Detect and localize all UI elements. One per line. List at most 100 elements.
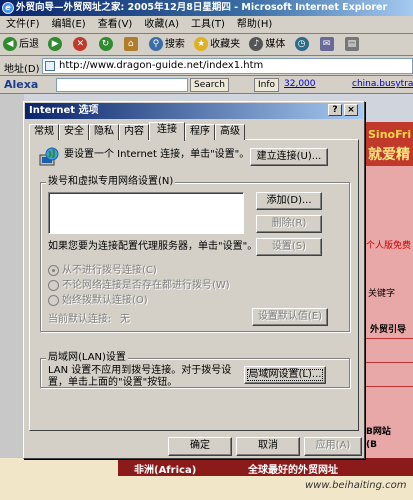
menu-edit[interactable]: 编辑(E)	[46, 16, 92, 34]
home-button[interactable]: ⌂	[121, 35, 143, 55]
help-button[interactable]: ?	[328, 104, 342, 116]
page-side-text: (B	[366, 440, 377, 450]
banner-text-top: SinoFri	[368, 128, 412, 141]
cancel-button[interactable]: 取消	[236, 437, 300, 456]
address-input[interactable]: http://www.dragon-guide.net/index1.htm	[42, 58, 413, 74]
ok-button[interactable]: 确定	[168, 437, 232, 456]
dialog-title: Internet 选项	[29, 105, 99, 116]
menu-favorites[interactable]: 收藏(A)	[138, 16, 185, 34]
page-row-line	[360, 362, 413, 363]
internet-options-dialog: Internet 选项 ? × 常规 安全 隐私 内容 连接 程序 高级 要设置…	[23, 101, 365, 459]
tab-general[interactable]: 常规	[29, 124, 59, 140]
alexa-logo: Alexa	[4, 78, 39, 91]
menu-view[interactable]: 查看(V)	[92, 16, 139, 34]
menu-file[interactable]: 文件(F)	[0, 16, 46, 34]
radio-dial-when-no-network-label: 不论网络连接是否存在都进行拨号(W)	[62, 280, 230, 291]
tab-programs[interactable]: 程序	[185, 124, 215, 140]
back-label: 后退	[19, 39, 39, 50]
radio-always-dial-label: 始终拨默认连接(O)	[62, 295, 148, 306]
page-side-text[interactable]: B网站	[366, 424, 391, 437]
alexa-rank-link[interactable]: 32,000	[284, 79, 316, 89]
dialog-tabs: 常规 安全 隐私 内容 连接 程序 高级	[29, 122, 359, 141]
search-label: 搜索	[164, 39, 185, 50]
page-row-line	[360, 386, 413, 387]
tab-security[interactable]: 安全	[59, 124, 89, 140]
region-africa-label[interactable]: 非洲(Africa)	[134, 461, 196, 476]
alexa-toolbar: Alexa Search Info 32,000 china.busytrade	[0, 76, 413, 94]
current-default-label: 当前默认连接:	[48, 314, 112, 325]
favorites-label: 收藏夹	[210, 39, 241, 50]
tab-advanced[interactable]: 高级	[215, 124, 245, 140]
back-button[interactable]: ◀ 后退	[0, 35, 42, 55]
page-icon	[45, 61, 55, 71]
browser-title-bar: e 外贸向导—外贸网址之家: 2005年12月8日星期四 - Microsoft…	[0, 0, 413, 16]
radio-never-dial	[48, 265, 59, 276]
lan-group-label: 局域网(LAN)设置	[46, 352, 128, 364]
forward-button[interactable]: ▶	[45, 35, 67, 55]
alexa-site-link[interactable]: china.busytrade	[352, 79, 413, 89]
mail-button[interactable]: ✉	[317, 35, 339, 55]
history-button[interactable]: ◷	[292, 35, 314, 55]
ie-logo-icon: e	[2, 2, 14, 14]
setup-connection-button[interactable]: 建立连接(U)...	[250, 148, 328, 166]
set-default-button: 设置默认值(E)	[252, 308, 328, 326]
remove-button: 删除(R)	[256, 215, 322, 233]
radio-dial-when-no-network	[48, 280, 59, 291]
proxy-description: 如果您要为连接配置代理服务器，单击"设置"。	[48, 241, 258, 252]
radio-always-dial	[48, 295, 59, 306]
media-label: 媒体	[265, 39, 286, 50]
search-button[interactable]: ⚲ 搜索	[146, 35, 188, 55]
alexa-search-input[interactable]	[56, 78, 188, 92]
add-button[interactable]: 添加(D)...	[256, 192, 322, 210]
setup-description: 要设置一个 Internet 连接，单击"设置"。	[64, 149, 250, 160]
address-label: 地址(D)	[4, 64, 40, 75]
page-bottom-section: 非洲(Africa) 全球最好的外贸网址 www.beihaiting.com	[0, 458, 413, 500]
connections-list[interactable]	[48, 192, 244, 234]
alexa-info-button[interactable]: Info	[254, 78, 280, 92]
history-icon: ◷	[294, 37, 309, 51]
address-bar: 地址(D) http://www.dragon-guide.net/index1…	[0, 56, 413, 76]
forward-arrow-icon: ▶	[48, 37, 63, 51]
radio-never-dial-label: 从不进行拨号连接(C)	[62, 265, 157, 276]
menu-tools[interactable]: 工具(T)	[185, 16, 231, 34]
page-side-text: 外贸引导	[370, 325, 407, 335]
media-icon: ♪	[249, 37, 264, 51]
standard-toolbar: ◀ 后退 ▶ ✕ ↻ ⌂ ⚲ 搜索 ★ 收藏夹 ♪ 媒体 ◷ ✉ ▤	[0, 34, 413, 56]
page-side-text: 关键字	[368, 289, 396, 299]
tab-content[interactable]: 内容	[119, 124, 149, 140]
lan-description-line2: 置，单击上面的"设置"按钮。	[48, 377, 178, 388]
watermark-text: www.beihaiting.com	[305, 480, 407, 491]
dialog-title-bar: Internet 选项	[25, 103, 363, 119]
tab-connections[interactable]: 连接	[149, 122, 185, 141]
refresh-icon: ↻	[98, 37, 113, 51]
favorites-button[interactable]: ★ 收藏夹	[191, 35, 243, 55]
back-arrow-icon: ◀	[3, 37, 17, 51]
alexa-search-button[interactable]: Search	[190, 78, 229, 92]
banner-text-bottom: 就爱精	[368, 147, 410, 163]
home-icon: ⌂	[123, 37, 138, 51]
refresh-button[interactable]: ↻	[96, 35, 118, 55]
print-button[interactable]: ▤	[342, 35, 364, 55]
print-icon: ▤	[344, 37, 359, 51]
network-globe-icon	[39, 147, 59, 166]
media-button[interactable]: ♪ 媒体	[246, 35, 288, 55]
page-banner[interactable]: SinoFri 就爱精	[360, 122, 413, 166]
search-icon: ⚲	[148, 37, 163, 51]
page-left-strip	[0, 94, 24, 500]
browser-title: 外贸向导—外贸网址之家: 2005年12月8日星期四 - Microsoft I…	[16, 2, 388, 13]
tab-privacy[interactable]: 隐私	[89, 124, 119, 140]
menu-help[interactable]: 帮助(H)	[231, 16, 278, 34]
stop-button[interactable]: ✕	[70, 35, 92, 55]
best-sites-label[interactable]: 全球最好的外贸网址	[248, 461, 338, 476]
favorites-star-icon: ★	[194, 37, 209, 51]
page-side-text[interactable]: 个人版免费	[366, 238, 411, 251]
page-row-line	[360, 338, 413, 339]
mail-icon: ✉	[319, 37, 334, 51]
lan-settings-button[interactable]: 局域网设置(L)...	[244, 366, 326, 384]
menu-bar: 文件(F) 编辑(E) 查看(V) 收藏(A) 工具(T) 帮助(H)	[0, 16, 413, 34]
address-value: http://www.dragon-guide.net/index1.htm	[59, 60, 264, 71]
current-default-value: 无	[120, 314, 130, 325]
stop-icon: ✕	[73, 37, 88, 51]
close-button[interactable]: ×	[344, 104, 358, 116]
settings-button: 设置(S)	[256, 238, 322, 256]
